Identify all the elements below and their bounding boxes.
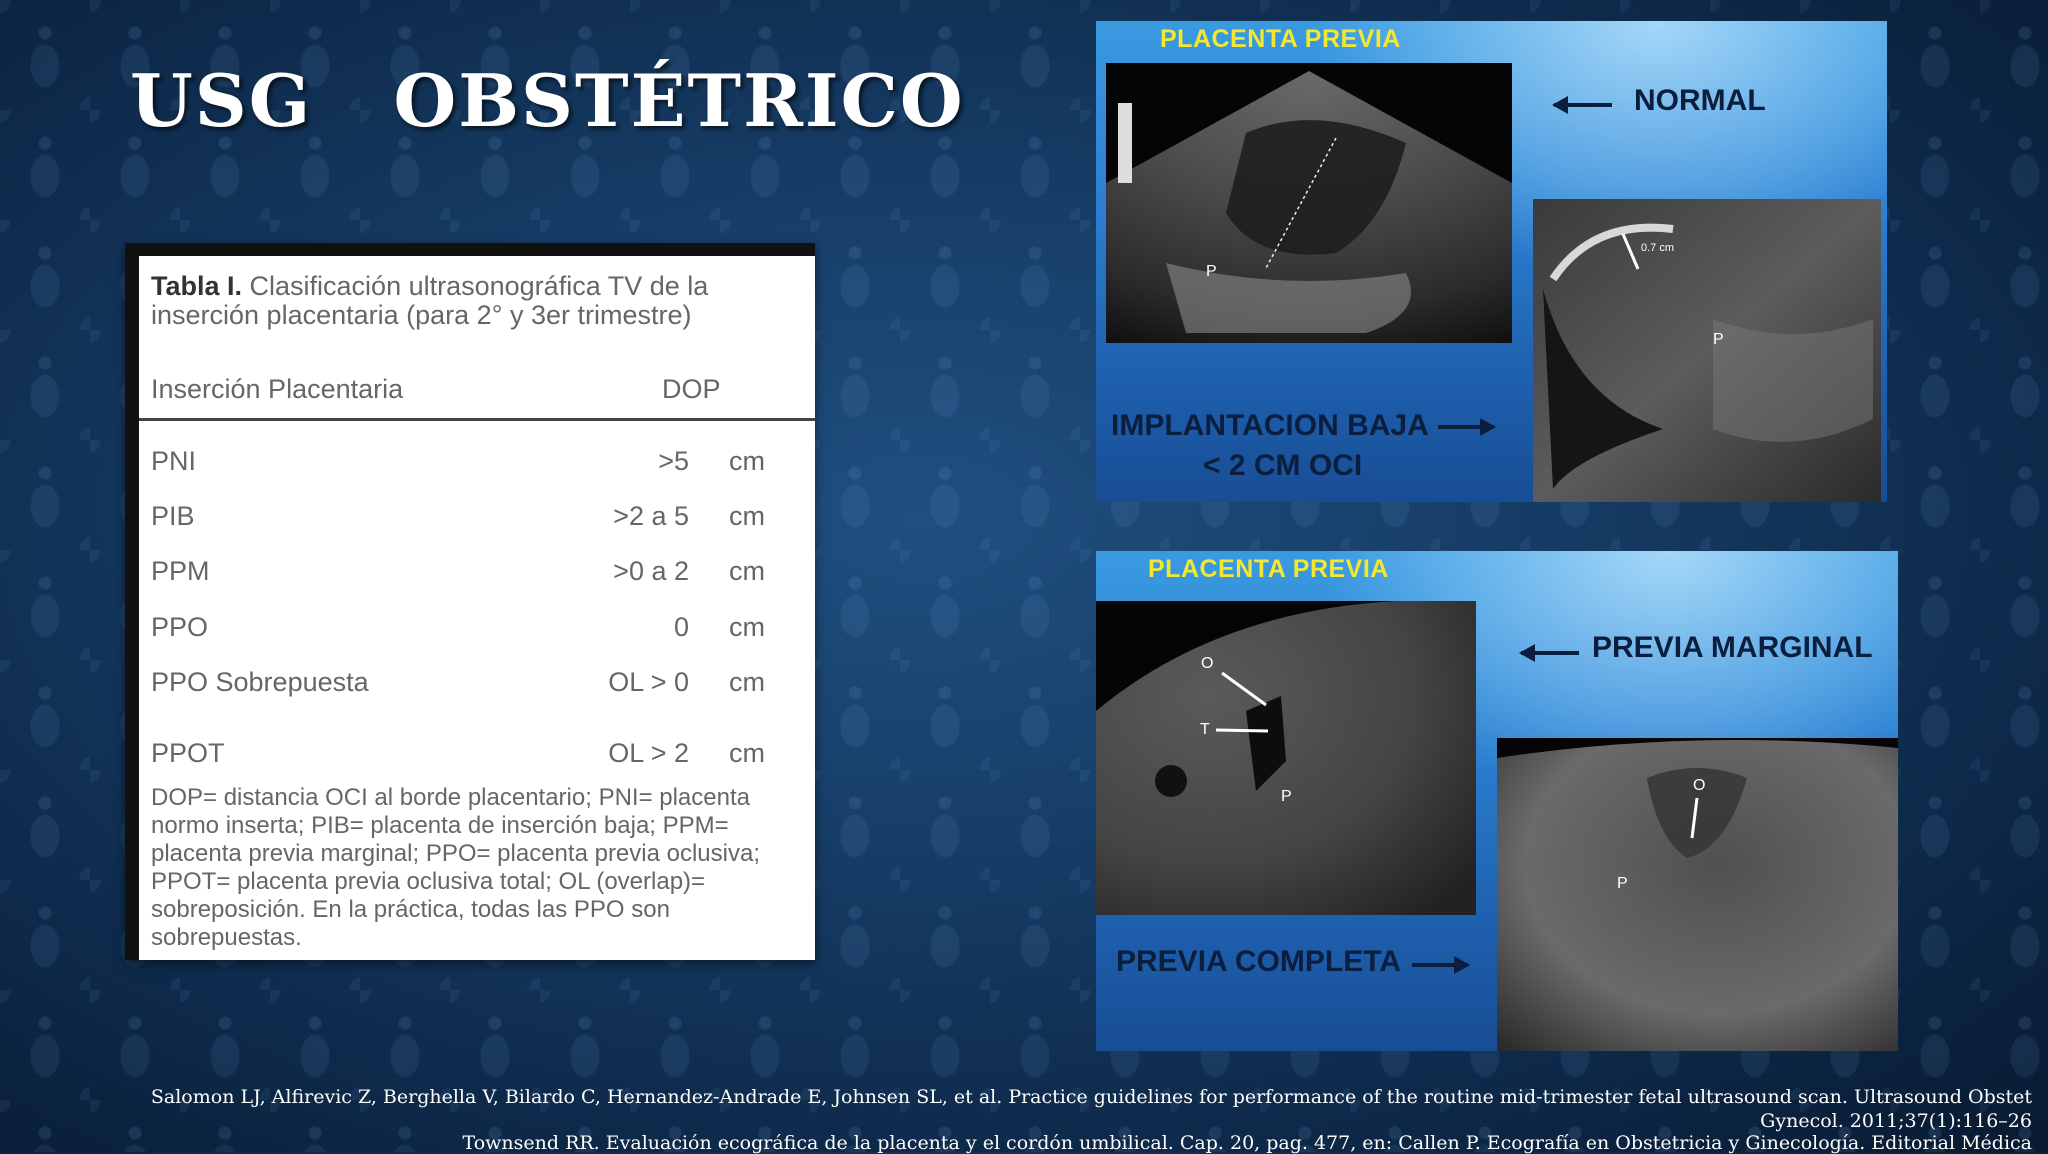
table-body: Tabla I. Clasificación ultrasonográfica … xyxy=(139,256,815,960)
classification-table: Tabla I. Clasificación ultrasonográfica … xyxy=(125,243,815,960)
scan-mark-p: P xyxy=(1281,788,1292,805)
row-name: PIB xyxy=(151,501,195,531)
table-row: PPO 0 cm xyxy=(151,612,801,644)
ultrasound-scan-normal: P xyxy=(1106,63,1512,343)
row-value: >2 a 5 xyxy=(613,501,689,531)
label-previa-marginal: PREVIA MARGINAL xyxy=(1592,631,1873,664)
table-divider xyxy=(139,418,815,421)
table-footnote: DOP= distancia OCI al borde placentario;… xyxy=(151,784,760,951)
col-header-dop: DOP xyxy=(662,374,721,404)
row-name: PPO xyxy=(151,612,209,642)
scan-image: P 0.7 cm xyxy=(1533,199,1881,502)
row-name: PPM xyxy=(151,556,210,586)
row-value: >0 a 2 xyxy=(613,556,689,586)
scan-mark-o: O xyxy=(1693,777,1705,794)
scan-mark-t: T xyxy=(1200,721,1210,738)
table-row: PPO Sobrepuesta OL > 0 cm xyxy=(151,667,801,699)
arrow-right-icon xyxy=(1438,418,1496,436)
scan-mark-p: P xyxy=(1206,263,1217,280)
row-value: 0 xyxy=(673,612,689,642)
label-previa-completa: PREVIA COMPLETA xyxy=(1116,945,1402,978)
slide-title: USG OBSTÉTRICO xyxy=(130,58,965,143)
arrow-left-icon xyxy=(1552,96,1612,114)
table-row: PIB >2 a 5 cm xyxy=(151,501,801,533)
scan-mark-p: P xyxy=(1617,875,1628,892)
ultrasound-panel-normal-low: PLACENTA PREVIA P P 0.7 cm NORMAL IMPLAN… xyxy=(1096,21,1887,502)
row-value: OL > 0 xyxy=(608,667,689,697)
row-unit: cm xyxy=(729,556,765,586)
row-unit: cm xyxy=(729,667,765,697)
row-name: PNI xyxy=(151,446,197,476)
scan-mark-o: O xyxy=(1201,655,1213,672)
row-unit: cm xyxy=(729,612,765,642)
row-unit: cm xyxy=(729,738,765,768)
reference-line-1: Salomon LJ, Alfirevic Z, Berghella V, Bi… xyxy=(150,1086,2032,1108)
table-caption-bold: Tabla I. xyxy=(151,271,243,301)
col-header-insertion: Inserción Placentaria xyxy=(151,374,404,404)
label-low-distance: < 2 CM OCI xyxy=(1203,449,1363,482)
table-header: Inserción Placentaria DOP xyxy=(151,374,801,405)
label-normal: NORMAL xyxy=(1634,84,1766,117)
reference-line-3: Townsend RR. Evaluación ecográfica de la… xyxy=(462,1132,2033,1154)
row-value: >5 xyxy=(658,446,689,476)
row-unit: cm xyxy=(729,446,765,476)
label-low-implant: IMPLANTACION BAJA xyxy=(1111,409,1429,442)
reference-line-2: Gynecol. 2011;37(1):116–26 xyxy=(1760,1110,2032,1132)
ultrasound-panel-previa: PLACENTA PREVIA O T P O P PREVIA MARGINA… xyxy=(1096,551,1898,1051)
ultrasound-scan-marginal: O T P xyxy=(1096,601,1476,915)
table-caption: Tabla I. Clasificación ultrasonográfica … xyxy=(151,272,811,330)
table-row: PNI >5 cm xyxy=(151,446,801,478)
row-name: PPO Sobrepuesta xyxy=(151,667,369,697)
ultrasound-scan-complete: O P xyxy=(1497,738,1898,1051)
row-unit: cm xyxy=(729,501,765,531)
scan-mark-p: P xyxy=(1713,331,1724,348)
scan-image: P xyxy=(1106,71,1512,343)
row-name: PPOT xyxy=(151,738,225,768)
arrow-right-icon xyxy=(1412,956,1470,974)
panel-title: PLACENTA PREVIA xyxy=(1160,25,1401,53)
table-row: PPOT OL > 2 cm xyxy=(151,738,801,770)
scan-image: O P xyxy=(1497,740,1898,1051)
table-row: PPM >0 a 2 cm xyxy=(151,556,801,588)
ultrasound-scan-low: P 0.7 cm xyxy=(1533,199,1881,502)
row-value: OL > 2 xyxy=(608,738,689,768)
panel-title: PLACENTA PREVIA xyxy=(1148,555,1389,583)
scan-image: O T P xyxy=(1096,601,1476,915)
arrow-left-icon xyxy=(1519,644,1579,662)
scan-measure: 0.7 cm xyxy=(1641,242,1674,254)
